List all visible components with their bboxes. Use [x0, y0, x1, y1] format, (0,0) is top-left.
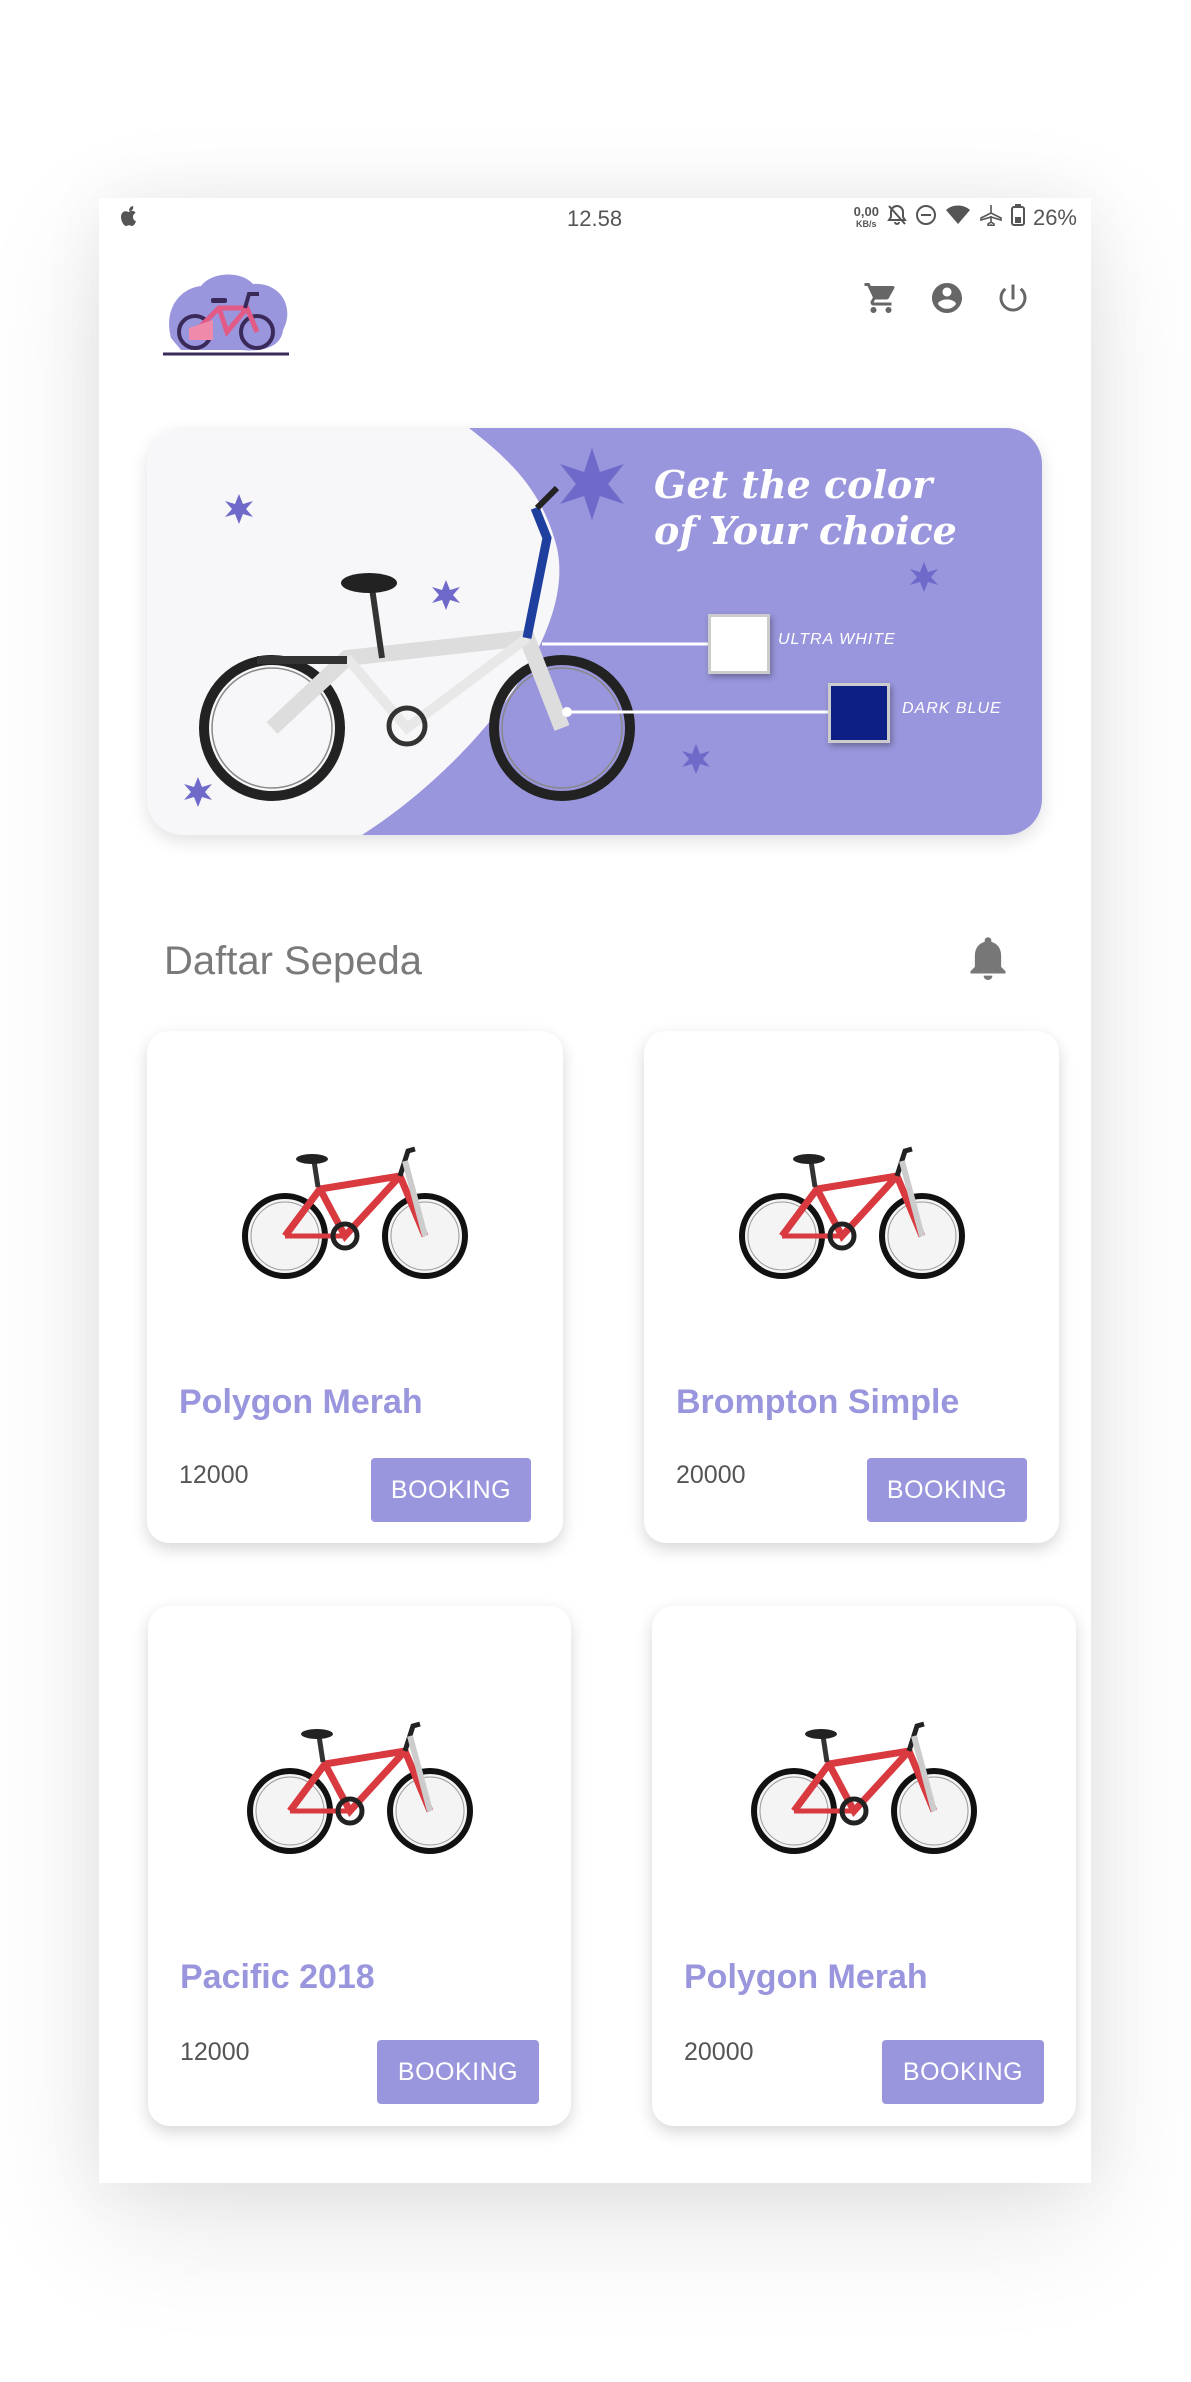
booking-button[interactable]: BOOKING: [377, 2040, 539, 2104]
bike-price: 20000: [684, 2038, 754, 2066]
bike-image: [148, 1706, 571, 1866]
battery-percent: 26%: [1032, 205, 1077, 230]
bike-price: 12000: [179, 1461, 249, 1489]
bike-name: Polygon Merah: [684, 1958, 928, 1996]
apple-icon: [119, 206, 139, 234]
booking-button[interactable]: BOOKING: [867, 1458, 1027, 1522]
mute-icon: [887, 204, 907, 232]
status-time: 12.58: [567, 206, 623, 231]
do-not-disturb-icon: [915, 204, 937, 232]
network-speed: 0,00 KB/s: [853, 204, 879, 230]
color-swatch-dark-blue[interactable]: [828, 683, 890, 743]
status-bar: 12.58 0,00 KB/s 26%: [99, 198, 1091, 242]
header-actions: [863, 280, 1031, 316]
banner-title: Get the color of Your choice: [654, 462, 984, 554]
app-logo: [161, 268, 293, 360]
power-icon[interactable]: [995, 280, 1031, 316]
bike-name: Pacific 2018: [180, 1958, 375, 1996]
bike-price: 12000: [180, 2038, 250, 2066]
bike-image: [147, 1131, 563, 1291]
bike-price: 20000: [676, 1461, 746, 1489]
booking-button[interactable]: BOOKING: [371, 1458, 531, 1522]
bike-card[interactable]: Pacific 2018 12000 BOOKING: [148, 1606, 571, 2126]
bell-icon[interactable]: [967, 936, 1009, 982]
bike-name: Brompton Simple: [676, 1383, 960, 1421]
section-title: Daftar Sepeda: [164, 939, 422, 983]
account-icon[interactable]: [929, 280, 965, 316]
booking-button[interactable]: BOOKING: [882, 2040, 1044, 2104]
banner-title-line-1: Get the color: [654, 462, 933, 507]
battery-icon: [1010, 204, 1025, 232]
bike-card[interactable]: Polygon Merah 20000 BOOKING: [652, 1606, 1076, 2126]
bike-image: [652, 1706, 1076, 1866]
app-screen: 12.58 0,00 KB/s 26% Get the color of You…: [99, 198, 1091, 2183]
banner-title-line-2: of Your choice: [654, 508, 957, 553]
bike-card[interactable]: Polygon Merah 12000 BOOKING: [147, 1031, 563, 1543]
bike-name: Polygon Merah: [179, 1383, 423, 1421]
color-label-ultra-white: ULTRA WHITE: [778, 631, 896, 648]
color-swatch-ultra-white[interactable]: [708, 614, 770, 674]
wifi-icon: [945, 204, 971, 232]
promo-banner[interactable]: Get the color of Your choice ULTRA WHITE…: [147, 428, 1042, 835]
color-label-dark-blue: DARK BLUE: [902, 700, 1002, 717]
bike-card[interactable]: Brompton Simple 20000 BOOKING: [644, 1031, 1059, 1543]
network-speed-unit: KB/s: [856, 219, 877, 229]
bike-image: [644, 1131, 1059, 1291]
cart-icon[interactable]: [863, 280, 899, 316]
network-speed-value: 0,00: [853, 204, 879, 219]
airplane-icon: [979, 204, 1003, 232]
